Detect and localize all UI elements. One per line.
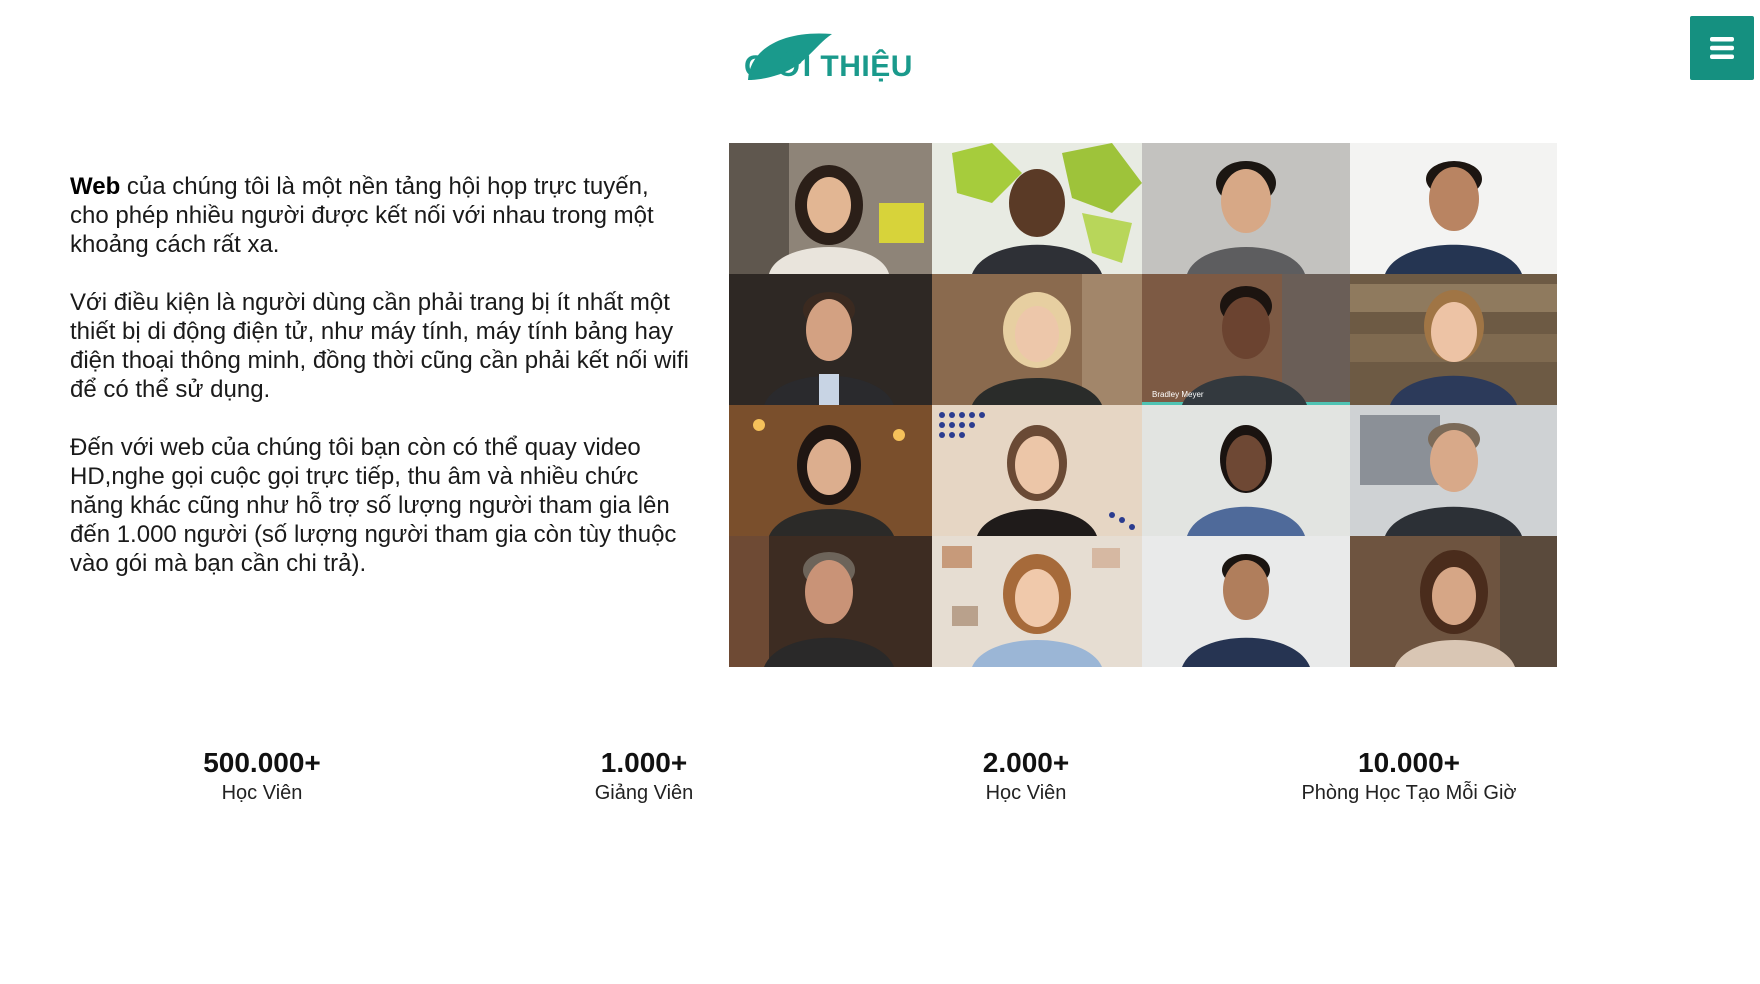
person-photo: [1142, 405, 1350, 536]
section-header: GIỚI THIỆU: [744, 28, 944, 92]
participant-tile: [1350, 536, 1557, 667]
person-photo: [932, 274, 1142, 405]
stat-value: 500.000+: [203, 747, 321, 778]
person-photo: [1142, 274, 1350, 405]
person-photo: [729, 274, 932, 405]
stat-lecturers: 1.000+ Giảng Viên: [494, 746, 794, 806]
person-photo: [1350, 536, 1557, 667]
person-photo: [1142, 143, 1350, 274]
stat-label: Phòng Học Tạo Mỗi Giờ: [1301, 782, 1517, 804]
person-photo: [729, 536, 932, 667]
participant-tile: [932, 405, 1142, 536]
participant-tile: [1142, 405, 1350, 536]
person-photo: [932, 536, 1142, 667]
hamburger-menu-icon: [1710, 37, 1734, 59]
participant-tile: [1350, 274, 1557, 405]
participant-tile: [1350, 405, 1557, 536]
participant-tile: [1350, 143, 1557, 274]
stat-value: 2.000+: [982, 747, 1070, 778]
participant-tile: Bradley Meyer: [1142, 274, 1350, 405]
participant-tile: [729, 274, 932, 405]
stat-value: 10.000+: [1358, 747, 1460, 778]
stat-value: 1.000+: [600, 747, 688, 778]
participant-tile: [932, 536, 1142, 667]
page-title: GIỚI THIỆU: [744, 50, 913, 83]
person-photo: [729, 405, 932, 536]
stat-students: 500.000+ Học Viên: [112, 746, 412, 806]
stat-label: Học Viên: [985, 782, 1067, 804]
stat-students-2: 2.000+ Học Viên: [876, 746, 1176, 806]
stat-rooms-per-hour: 10.000+ Phòng Học Tạo Mỗi Giờ: [1259, 746, 1559, 806]
intro-strong-web: Web: [70, 173, 121, 200]
stat-label: Học Viên: [221, 782, 303, 804]
person-photo: [932, 405, 1142, 536]
participant-tile: [1142, 143, 1350, 274]
person-photo: [1350, 143, 1557, 274]
participant-tile: [1142, 536, 1350, 667]
person-photo: [1142, 536, 1350, 667]
person-photo: [932, 143, 1142, 274]
person-photo: [729, 143, 932, 274]
intro-paragraph-3: Đến với web của chúng tôi bạn còn có thể…: [70, 434, 677, 577]
participant-name-label: Bradley Meyer: [1152, 390, 1204, 399]
stat-label: Giảng Viên: [594, 782, 694, 804]
intro-paragraph-1-text: của chúng tôi là một nền tảng hội họp tr…: [70, 173, 654, 258]
person-photo: [1350, 274, 1557, 405]
intro-paragraph-2: Với điều kiện là người dùng cần phải tra…: [70, 289, 689, 403]
participant-tile: [729, 405, 932, 536]
participant-tile: [729, 143, 932, 274]
participant-tile: [729, 536, 932, 667]
participant-tile: [932, 143, 1142, 274]
video-conference-grid: Bradley Meyer: [729, 143, 1557, 667]
person-photo: [1350, 405, 1557, 536]
menu-button[interactable]: [1690, 16, 1754, 80]
participant-tile: [932, 274, 1142, 405]
about-page: GIỚI THIỆU Web của chúng tôi là một nền …: [0, 0, 1760, 984]
intro-paragraph-1: Web của chúng tôi là một nền tảng hội họ…: [70, 172, 690, 259]
intro-text: Web của chúng tôi là một nền tảng hội họ…: [70, 172, 690, 607]
